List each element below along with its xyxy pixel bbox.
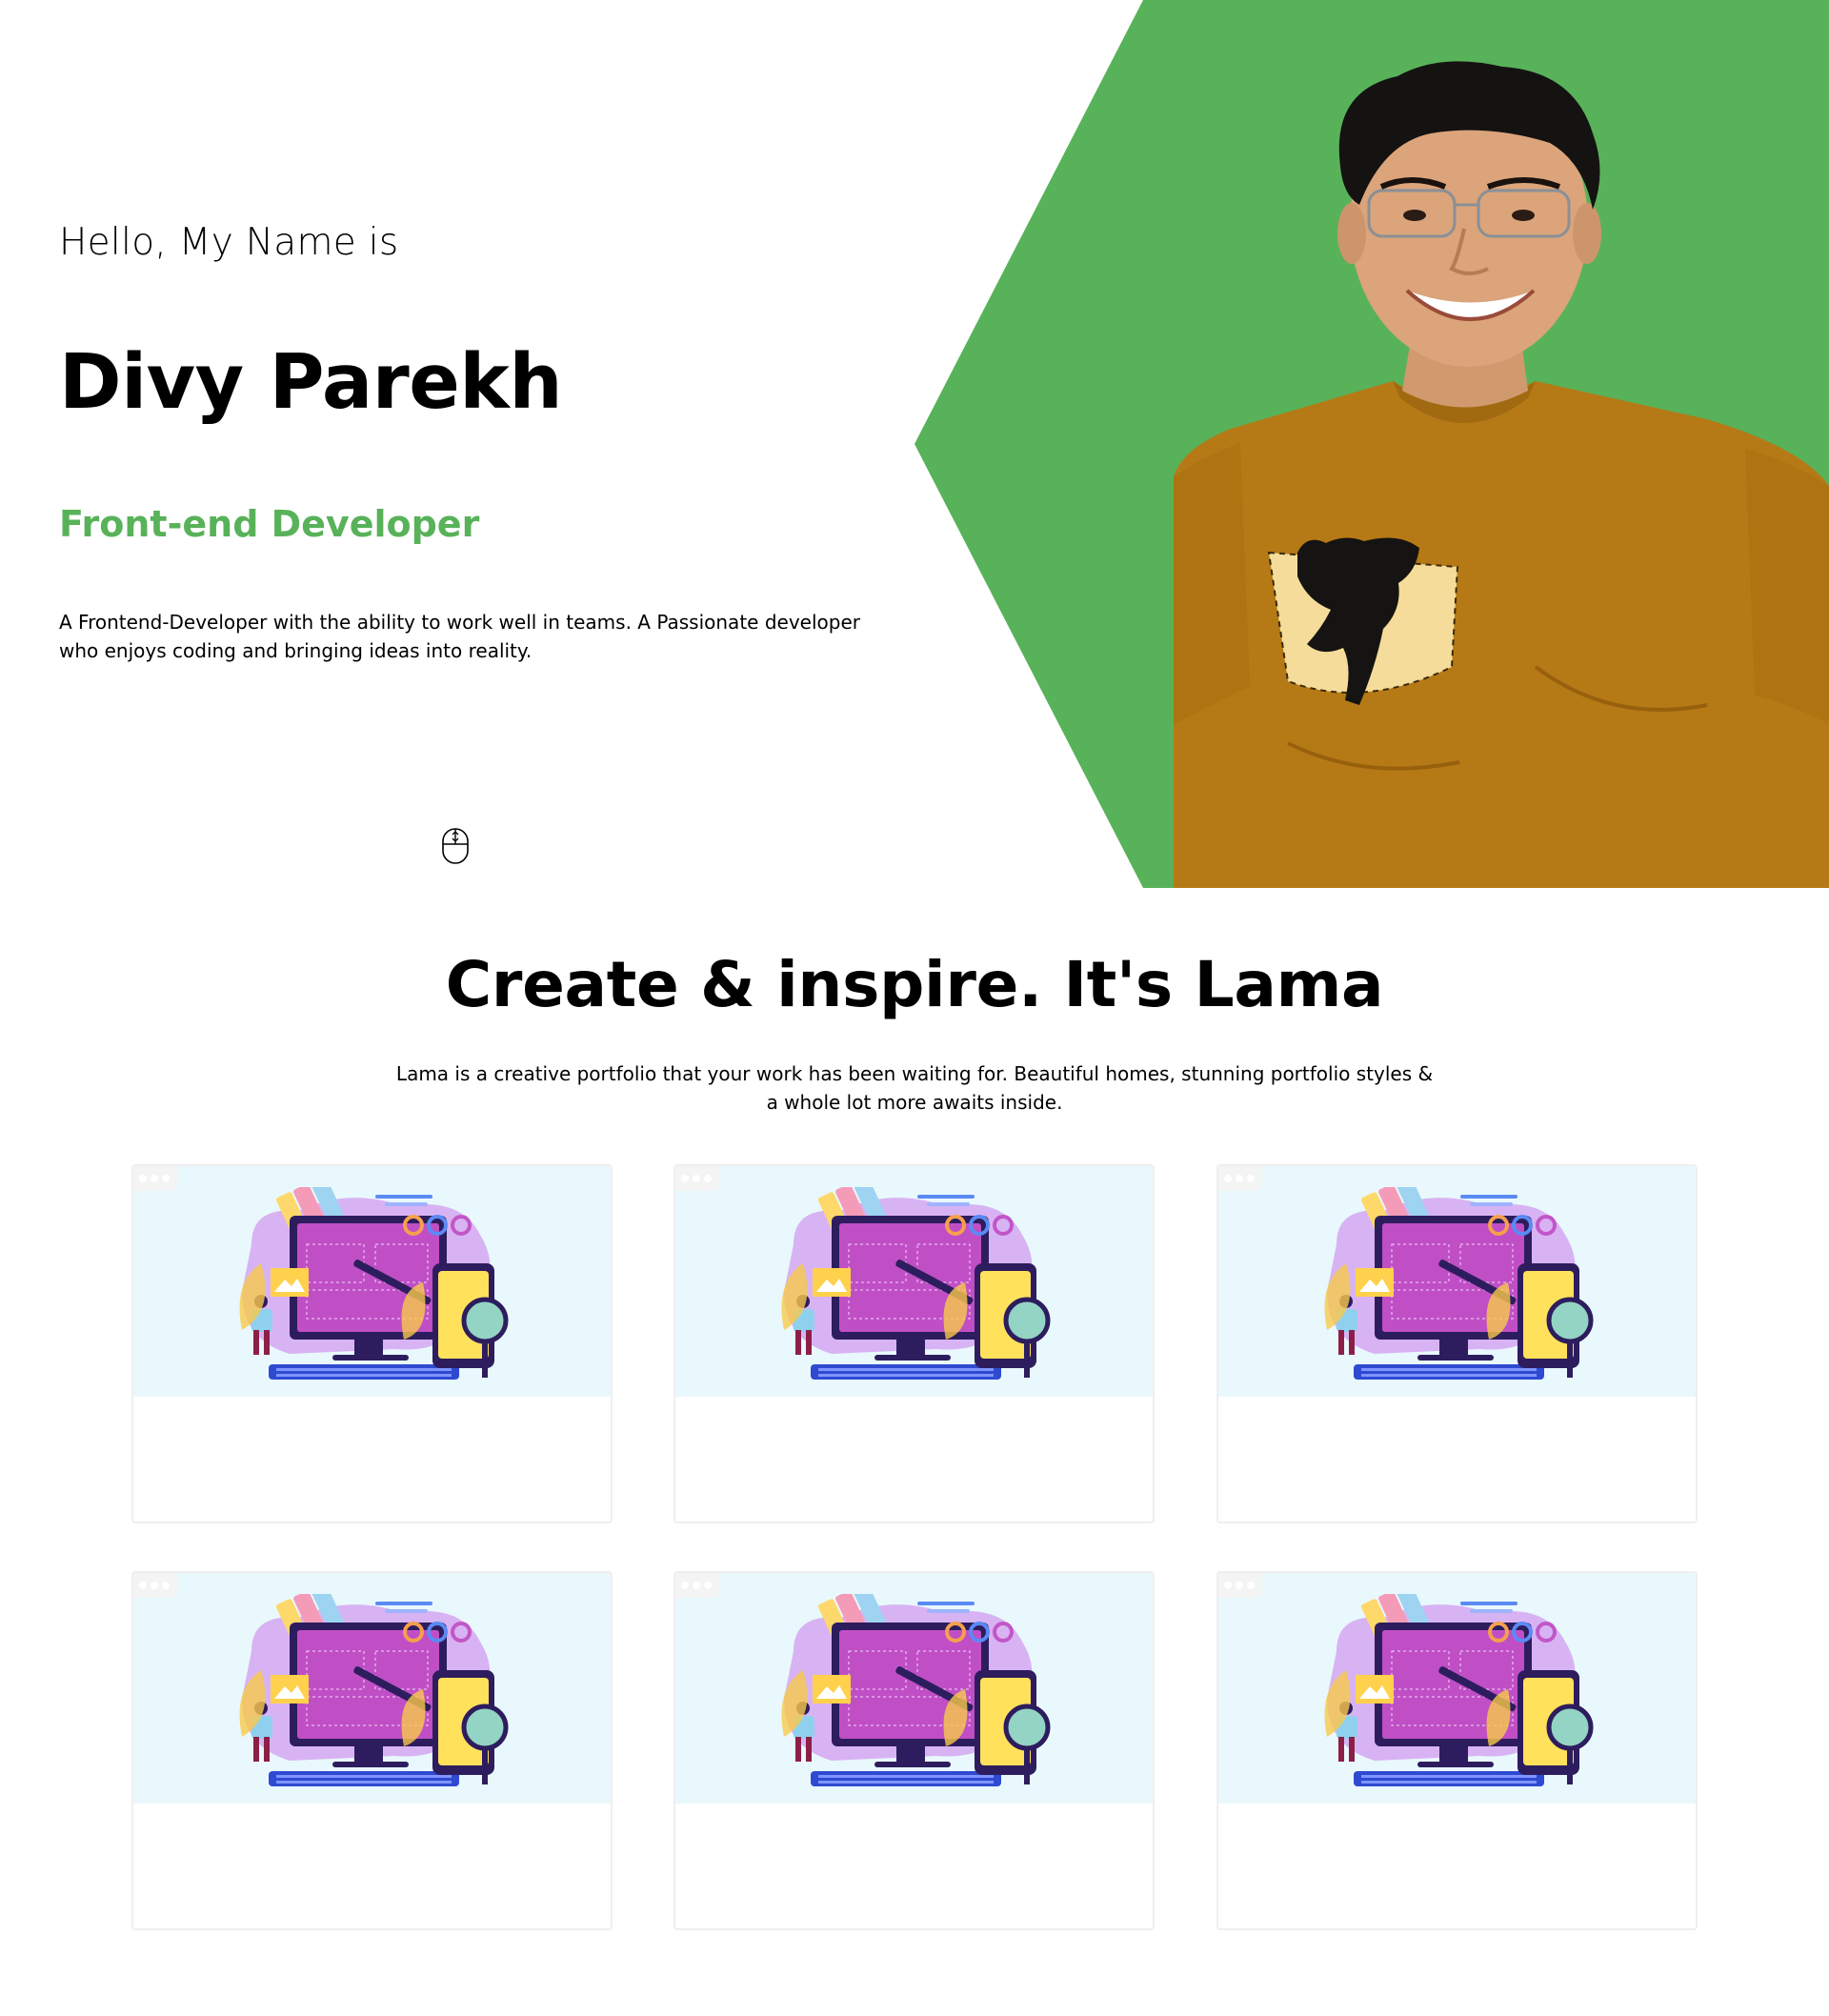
browser-dot [1224,1175,1232,1182]
intro-text: Hello, My Name is [59,221,399,264]
web-design-illustration [232,1176,518,1387]
browser-dots [133,1166,177,1191]
browser-dot [681,1582,689,1589]
browser-dot [1236,1582,1243,1589]
browser-dots [1218,1573,1262,1598]
section-title: Create & inspire. It's Lama [445,948,1384,1021]
browser-dot [151,1175,158,1182]
project-card[interactable] [131,1571,613,1930]
browser-dot [162,1175,170,1182]
intro-description: A Frontend-Developer with the ability to… [59,611,860,662]
mouse-scroll-icon[interactable] [441,827,470,865]
browser-dot [681,1175,689,1182]
project-screenshot [675,1166,1153,1397]
browser-dot [1247,1582,1255,1589]
web-design-illustration [774,1583,1060,1794]
browser-dot [139,1175,147,1182]
browser-dot [704,1582,712,1589]
browser-dots [675,1166,719,1191]
web-design-illustration [774,1176,1060,1387]
browser-dot [1224,1582,1232,1589]
browser-dot [162,1582,170,1589]
project-card[interactable] [673,1571,1155,1930]
hero-section: Hello, My Name is Divy Parekh Front-end … [0,0,1829,888]
section-description: Lama is a creative portfolio that your w… [395,1062,1434,1114]
project-screenshot [1218,1573,1696,1804]
project-card[interactable] [673,1164,1155,1523]
browser-dots [675,1573,719,1598]
browser-dot [1236,1175,1243,1182]
project-screenshot [1218,1166,1696,1397]
hero-text-block: Hello, My Name is Divy Parekh Front-end … [0,0,914,888]
web-design-illustration [232,1583,518,1794]
browser-dot [704,1175,712,1182]
browser-dots [133,1573,177,1598]
portrait-image [1174,61,1829,888]
project-card[interactable] [1216,1164,1698,1523]
browser-dot [139,1582,147,1589]
web-design-illustration [1317,1176,1603,1387]
project-screenshot [133,1573,611,1804]
project-card[interactable] [131,1164,613,1523]
browser-dot [1247,1175,1255,1182]
browser-dot [151,1582,158,1589]
job-title: Front-end Developer [59,503,480,545]
person-name: Divy Parekh [59,338,563,426]
browser-dot [693,1582,700,1589]
project-screenshot [675,1573,1153,1804]
project-screenshot [133,1166,611,1397]
project-card[interactable] [1216,1571,1698,1930]
browser-dot [693,1175,700,1182]
browser-dots [1218,1166,1262,1191]
web-design-illustration [1317,1583,1603,1794]
